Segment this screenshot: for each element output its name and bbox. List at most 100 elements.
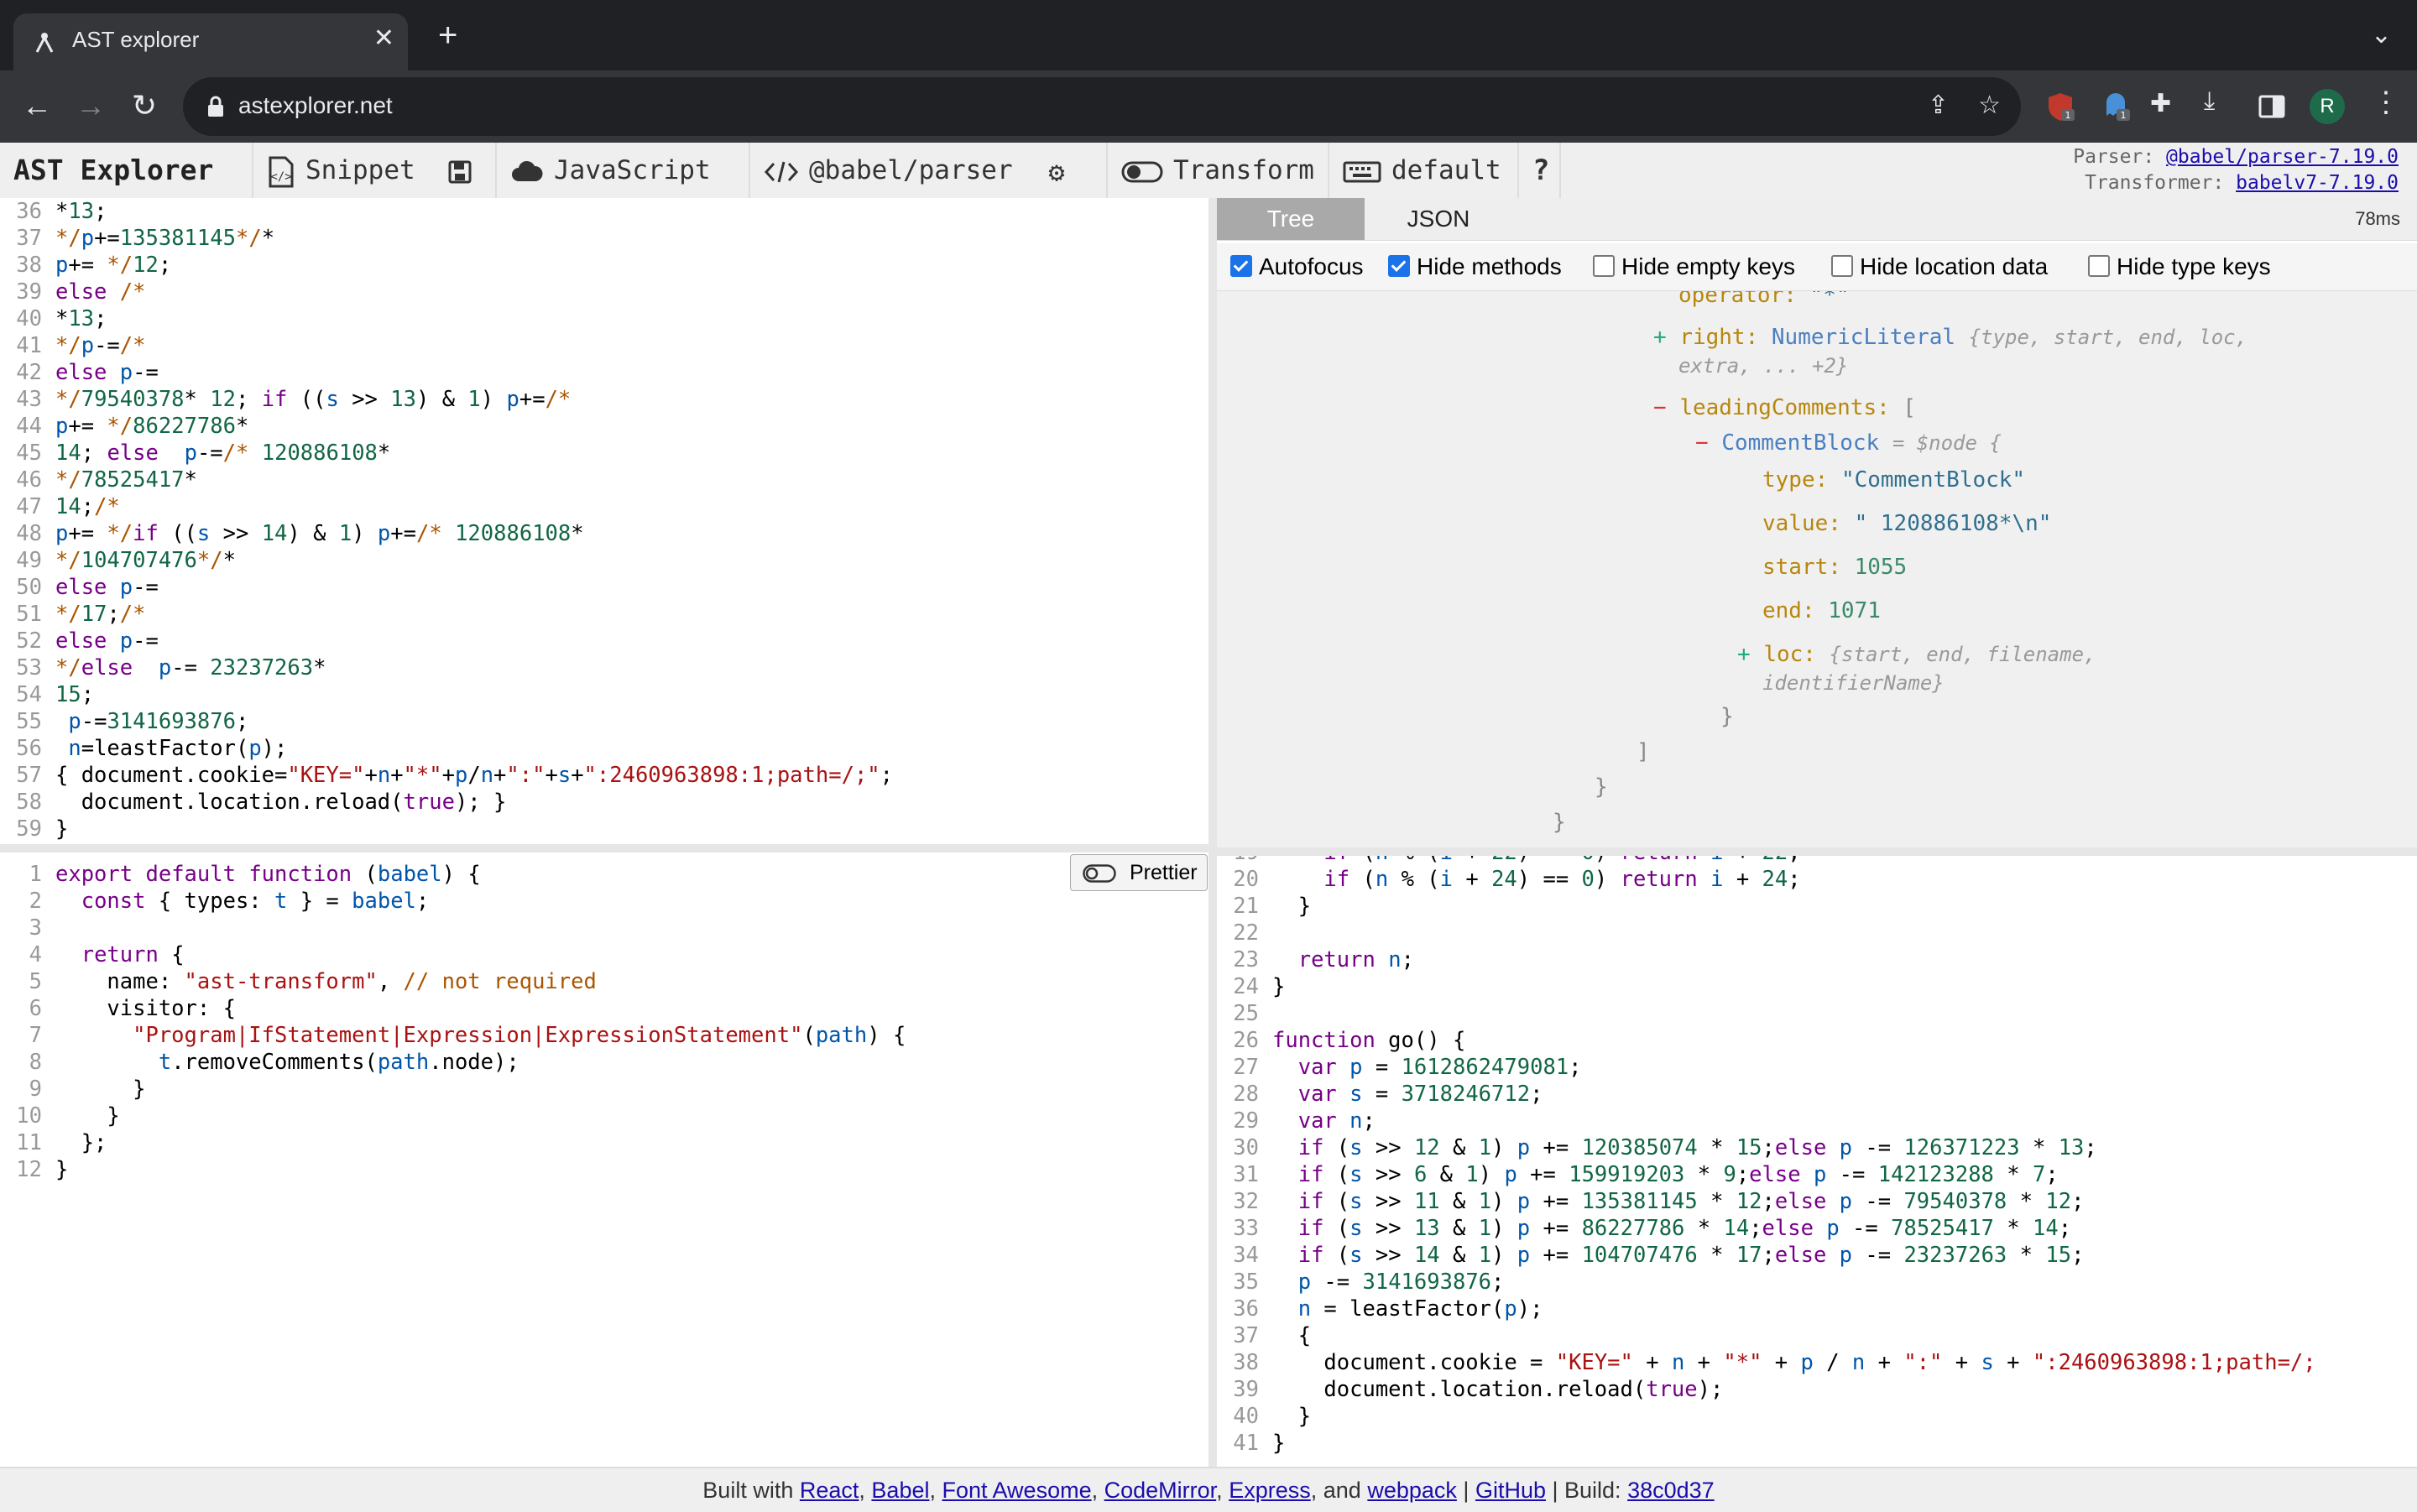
code-line[interactable]: 31 if (s >> 6 & 1) p += 159919203 * 9;el…: [1217, 1161, 2417, 1188]
bookmark-star-icon[interactable]: ☆: [1978, 91, 2001, 120]
tab-json[interactable]: JSON: [1365, 198, 1512, 240]
code-line[interactable]: 38 p+= */12;: [0, 252, 1208, 279]
output-editor[interactable]: 19 if (n % (i + 22) == 0) return i + 22;…: [1217, 856, 2417, 1467]
forward-arrow-icon[interactable]: →: [72, 87, 109, 124]
side-panel-icon[interactable]: [2256, 91, 2288, 123]
code-line[interactable]: 41}: [1217, 1430, 2417, 1457]
code-line[interactable]: 48 p+= */if ((s >> 14) & 1) p+=/* 1208861…: [0, 520, 1208, 547]
footer-link-babel[interactable]: Babel: [871, 1478, 929, 1503]
footer-link-webpack[interactable]: webpack: [1367, 1478, 1457, 1503]
code-line[interactable]: 49 */104707476*/*: [0, 547, 1208, 574]
code-line[interactable]: 33 if (s >> 13 & 1) p += 86227786 * 14;e…: [1217, 1215, 2417, 1242]
code-line[interactable]: 6 visitor: {: [0, 995, 1208, 1022]
collapse-minus-icon[interactable]: −: [1695, 430, 1709, 456]
extensions-puzzle-icon[interactable]: ✚: [2150, 89, 2171, 118]
code-line[interactable]: 47 14;/*: [0, 493, 1208, 520]
tree-commentblock-row[interactable]: − CommentBlock = $node {: [1695, 430, 2002, 456]
ghostery-extension-icon[interactable]: 1: [2100, 91, 2132, 123]
code-line[interactable]: 1 export default function (babel) {: [0, 861, 1208, 888]
source-code[interactable]: 36 *13; 37 */p+=135381145*/* 38 p+= */12; 39 el…: [0, 198, 1208, 842]
code-line[interactable]: 58 document.location.reload(true); }: [0, 789, 1208, 816]
reload-icon[interactable]: ↻: [126, 87, 163, 124]
transform-toggle[interactable]: Transform: [1108, 143, 1329, 198]
code-line[interactable]: 10 }: [0, 1103, 1208, 1129]
footer-link-codemirror[interactable]: CodeMirror: [1104, 1478, 1217, 1503]
browser-menu-icon[interactable]: ⋮: [2372, 86, 2400, 119]
close-tab-icon[interactable]: ✕: [373, 23, 394, 53]
address-bar[interactable]: astexplorer.net ⇪ ☆: [183, 77, 2021, 136]
expand-plus-icon[interactable]: +: [1737, 642, 1751, 667]
code-line[interactable]: 54 15;: [0, 681, 1208, 708]
code-line[interactable]: 3: [0, 915, 1208, 941]
prettier-toggle[interactable]: Prettier: [1070, 854, 1208, 891]
code-line[interactable]: 30 if (s >> 12 & 1) p += 120385074 * 15;…: [1217, 1134, 2417, 1161]
code-line[interactable]: 39 document.location.reload(true);: [1217, 1376, 2417, 1403]
download-icon[interactable]: ⤓: [2204, 87, 2215, 116]
code-line[interactable]: 4 return {: [0, 941, 1208, 968]
hide-location-data-checkbox[interactable]: [1831, 255, 1853, 277]
code-line[interactable]: 44 p+= */86227786*: [0, 413, 1208, 440]
code-line[interactable]: 50 else p-=: [0, 574, 1208, 601]
new-tab-icon[interactable]: +: [438, 18, 457, 52]
tree-leading-comments-row[interactable]: − leadingComments: [: [1653, 395, 1916, 420]
transform-editor[interactable]: 1 export default function (babel) {2 cons…: [0, 852, 1208, 1467]
option-hide-type-keys[interactable]: Hide type keys: [2088, 253, 2271, 280]
option-hide-methods[interactable]: Hide methods: [1388, 253, 1562, 280]
code-line[interactable]: 40 *13;: [0, 305, 1208, 332]
back-arrow-icon[interactable]: ←: [18, 87, 55, 124]
autofocus-checkbox[interactable]: [1230, 255, 1252, 277]
code-line[interactable]: 29 var n;: [1217, 1108, 2417, 1134]
code-line[interactable]: 21 }: [1217, 893, 2417, 920]
parser-select[interactable]: @babel/parser ⚙: [750, 143, 1108, 198]
code-line[interactable]: 27 var p = 1612862479081;: [1217, 1054, 2417, 1081]
expand-plus-icon[interactable]: +: [1653, 325, 1667, 350]
code-line[interactable]: 26 function go() {: [1217, 1027, 2417, 1054]
code-line[interactable]: 5 name: "ast-transform", // not required: [0, 968, 1208, 995]
code-line[interactable]: 23 return n;: [1217, 946, 2417, 973]
code-line[interactable]: 35 p -= 3141693876;: [1217, 1269, 2417, 1296]
code-line[interactable]: 38 document.cookie = "KEY=" + n + "*" + …: [1217, 1349, 2417, 1376]
hide-empty-keys-checkbox[interactable]: [1593, 255, 1615, 277]
code-line[interactable]: 56 n=leastFactor(p);: [0, 735, 1208, 762]
code-line[interactable]: 42 else p-=: [0, 359, 1208, 386]
code-line[interactable]: 19 if (n % (i + 22) == 0) return i + 22;: [1217, 856, 2417, 866]
footer-link-react[interactable]: React: [800, 1478, 859, 1503]
code-line[interactable]: 36 *13;: [0, 198, 1208, 225]
browser-tab[interactable]: AST explorer ✕: [13, 13, 408, 70]
tree-right-row[interactable]: + right: NumericLiteral {type, start, en…: [1653, 325, 2247, 350]
footer-build-hash[interactable]: 38c0d37: [1627, 1478, 1715, 1503]
right-horizontal-splitter[interactable]: [1217, 847, 2417, 856]
code-line[interactable]: 2 const { types: t } = babel;: [0, 888, 1208, 915]
tree-loc-row[interactable]: + loc: {start, end, filename,: [1737, 642, 2096, 667]
code-line[interactable]: 55 p-=3141693876;: [0, 708, 1208, 735]
option-hide-location-data[interactable]: Hide location data: [1831, 253, 2048, 280]
option-hide-empty-keys[interactable]: Hide empty keys: [1593, 253, 1795, 280]
transform-code[interactable]: 1 export default function (babel) {2 cons…: [0, 852, 1208, 1183]
code-line[interactable]: 41 */p-=/*: [0, 332, 1208, 359]
code-line[interactable]: 39 else /*: [0, 279, 1208, 305]
code-line[interactable]: 24}: [1217, 973, 2417, 1000]
code-line[interactable]: 20 if (n % (i + 24) == 0) return i + 24;: [1217, 866, 2417, 893]
transformer-version-link[interactable]: babelv7-7.19.0: [2236, 172, 2399, 194]
footer-link-express[interactable]: Express: [1229, 1478, 1311, 1503]
code-line[interactable]: 11 };: [0, 1129, 1208, 1156]
code-line[interactable]: 37 {: [1217, 1322, 2417, 1349]
share-icon[interactable]: ⇪: [1928, 91, 1949, 120]
code-line[interactable]: 34 if (s >> 14 & 1) p += 104707476 * 17;…: [1217, 1242, 2417, 1269]
parser-version-link[interactable]: @babel/parser-7.19.0: [2166, 146, 2399, 168]
keymap-select[interactable]: default: [1329, 143, 1519, 198]
code-line[interactable]: 43 */79540378* 12; if ((s >> 13) & 1) p+=…: [0, 386, 1208, 413]
code-line[interactable]: 52 else p-=: [0, 628, 1208, 654]
code-line[interactable]: 53 */else p-= 23237263*: [0, 654, 1208, 681]
code-line[interactable]: 32 if (s >> 11 & 1) p += 135381145 * 12;…: [1217, 1188, 2417, 1215]
snippet-menu[interactable]: </> Snippet: [253, 143, 497, 198]
language-select[interactable]: JavaScript: [497, 143, 750, 198]
left-horizontal-splitter[interactable]: [0, 844, 1208, 852]
code-line[interactable]: 7 "Program|IfStatement|Expression|Expres…: [0, 1022, 1208, 1049]
collapse-minus-icon[interactable]: −: [1653, 395, 1667, 420]
option-autofocus[interactable]: Autofocus: [1230, 253, 1364, 280]
tab-search-chevron-icon[interactable]: ⌄: [2371, 20, 2392, 50]
hide-type-keys-checkbox[interactable]: [2088, 255, 2110, 277]
code-line[interactable]: 40 }: [1217, 1403, 2417, 1430]
tab-tree[interactable]: Tree: [1217, 198, 1365, 240]
